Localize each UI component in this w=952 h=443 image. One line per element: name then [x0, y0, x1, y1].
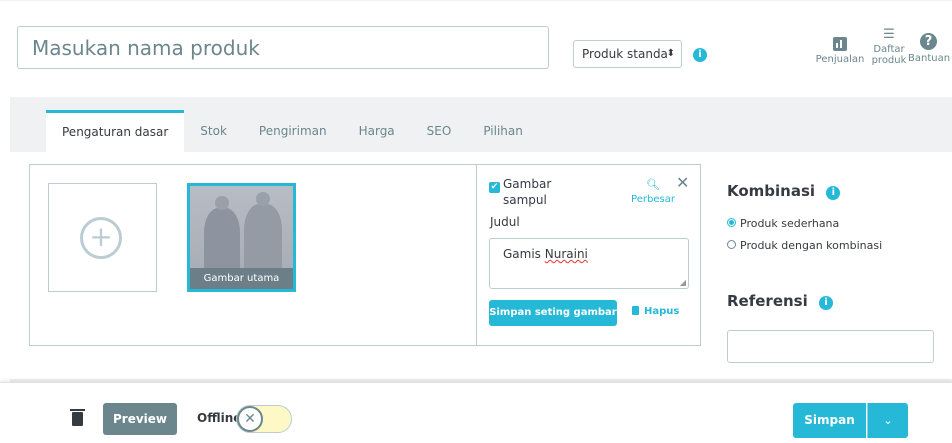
- image-title-misspelled: Nuraini: [544, 247, 588, 261]
- image-title-text: Gamis: [503, 247, 545, 261]
- online-toggle[interactable]: ✕: [236, 405, 292, 433]
- sales-icon: [833, 37, 847, 51]
- reference-info-icon[interactable]: i: [818, 296, 833, 310]
- resize-handle-icon[interactable]: ◢: [680, 278, 686, 287]
- save-button[interactable]: Simpan: [793, 403, 866, 438]
- reference-section-title: Referensi i: [727, 292, 833, 310]
- product-type-info-icon[interactable]: i: [693, 48, 707, 62]
- photo-figure-head: [215, 196, 229, 210]
- product-type-select[interactable]: Produk standa ⬍: [573, 40, 682, 68]
- image-title-label: Judul: [490, 215, 520, 229]
- photo-figure: [204, 208, 240, 268]
- image-title-textarea[interactable]: Gamis Nuraini ◢: [489, 238, 689, 289]
- tab-options[interactable]: Pilihan: [467, 110, 539, 152]
- zoom-label: Perbesar: [631, 194, 675, 205]
- product-list-button[interactable]: ☰ Daftar produk: [870, 28, 908, 66]
- delete-product-icon[interactable]: [70, 409, 85, 426]
- cover-image-checkbox[interactable]: ✔ Gambar sampul: [489, 176, 573, 208]
- trash-icon: [632, 306, 639, 315]
- combination-info-icon[interactable]: i: [826, 186, 841, 200]
- add-image-dropzone[interactable]: +: [48, 183, 157, 292]
- radio-product-with-combinations[interactable]: Produk dengan kombinasi: [727, 239, 882, 252]
- radio-simple-product[interactable]: Produk sederhana: [727, 217, 839, 230]
- checkbox-checked-icon: ✔: [489, 182, 500, 193]
- tab-basic-settings[interactable]: Pengaturan dasar: [46, 110, 185, 152]
- help-icon: ?: [920, 33, 937, 50]
- save-image-settings-button[interactable]: Simpan seting gambar: [489, 300, 617, 326]
- main-product-image[interactable]: Gambar utama: [187, 183, 296, 292]
- radio-simple-label: Produk sederhana: [740, 217, 840, 230]
- plus-icon: +: [80, 217, 122, 259]
- help-button[interactable]: ? Bantuan: [908, 28, 952, 64]
- product-tabs: Pengaturan dasar Stok Pengiriman Harga S…: [46, 110, 539, 152]
- main-image-caption: Gambar utama: [190, 268, 293, 289]
- zoom-button[interactable]: 🔍︎ Perbesar: [628, 178, 678, 205]
- radio-unselected-icon: [727, 240, 736, 249]
- chevron-down-icon: ⌄: [883, 414, 893, 427]
- tab-pricing[interactable]: Harga: [343, 110, 411, 152]
- tab-shipping[interactable]: Pengiriman: [243, 110, 343, 152]
- list-icon: ☰: [883, 27, 895, 42]
- combination-title-text: Kombinasi: [727, 182, 816, 200]
- tab-stock[interactable]: Stok: [184, 110, 243, 152]
- tab-seo[interactable]: SEO: [411, 110, 468, 152]
- reference-title-text: Referensi: [727, 292, 808, 310]
- product-type-value: Produk standa: [582, 47, 668, 61]
- radio-selected-icon: [727, 218, 736, 227]
- delete-image-button[interactable]: Hapus: [632, 306, 679, 317]
- product-photo: [190, 186, 293, 268]
- save-options-dropdown[interactable]: ⌄: [867, 403, 908, 438]
- image-manager-divider: [476, 164, 477, 346]
- offline-label: Offline: [197, 411, 242, 425]
- select-arrows-icon: ⬍: [666, 48, 675, 59]
- close-icon[interactable]: ✕: [676, 173, 689, 192]
- product-list-label: Daftar produk: [871, 44, 907, 66]
- sales-button[interactable]: Penjualan: [814, 28, 866, 65]
- radio-combinations-label: Produk dengan kombinasi: [740, 239, 883, 252]
- zoom-icon: 🔍︎: [646, 178, 660, 191]
- sales-label: Penjualan: [815, 54, 865, 65]
- preview-button[interactable]: Preview: [103, 403, 177, 435]
- cover-label: Gambar sampul: [503, 177, 552, 207]
- photo-figure: [244, 204, 282, 268]
- product-name-input[interactable]: [17, 26, 549, 69]
- photo-figure-head: [256, 192, 270, 206]
- combination-section-title: Kombinasi i: [727, 182, 841, 200]
- toggle-off-icon: ✕: [237, 406, 263, 432]
- help-label: Bantuan: [908, 53, 951, 64]
- delete-image-label: Hapus: [644, 306, 680, 317]
- reference-input[interactable]: [727, 330, 934, 363]
